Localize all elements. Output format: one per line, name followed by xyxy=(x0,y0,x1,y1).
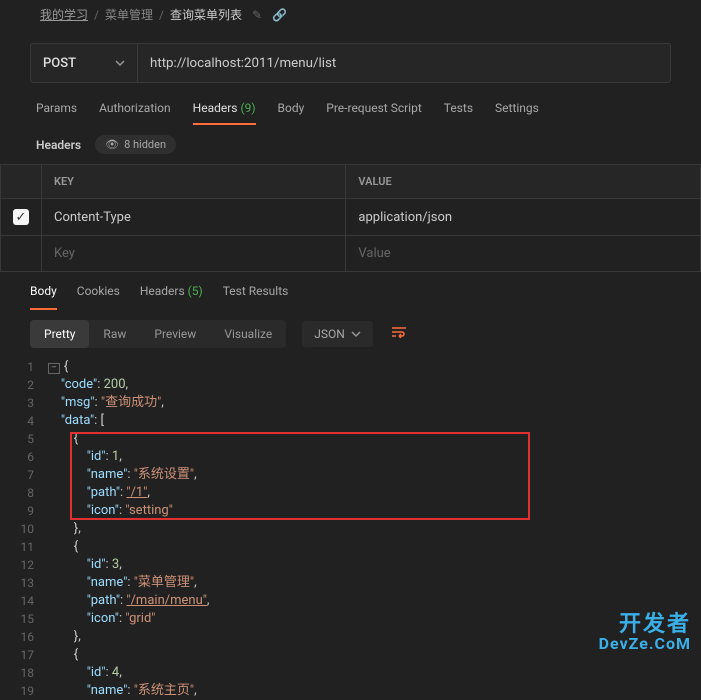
col-checkbox xyxy=(1,165,42,199)
chevron-down-icon xyxy=(115,58,125,68)
format-group: Pretty Raw Preview Visualize xyxy=(30,320,286,348)
code-line: 3 "msg": "查询成功", xyxy=(16,394,701,412)
response-tabs: Body Cookies Headers (5) Test Results xyxy=(0,272,701,310)
lang-select[interactable]: JSON xyxy=(302,321,373,347)
breadcrumb-root[interactable]: 我的学习 xyxy=(40,6,88,23)
breadcrumb-sep: / xyxy=(159,8,164,22)
edit-icon[interactable]: ✎ xyxy=(252,8,262,22)
resp-tab-headers[interactable]: Headers (5) xyxy=(140,284,203,310)
breadcrumb-sep: / xyxy=(94,8,99,22)
col-value: VALUE xyxy=(346,165,701,199)
eye-icon: 👁 xyxy=(105,138,119,151)
headers-label: Headers xyxy=(36,138,81,152)
code-line: 9 "icon": "setting" xyxy=(16,502,701,520)
tab-tests[interactable]: Tests xyxy=(444,101,473,125)
cell-key[interactable]: Content-Type xyxy=(42,199,346,236)
code-line: 11 { xyxy=(16,538,701,556)
method-label: POST xyxy=(43,56,76,71)
tab-body[interactable]: Body xyxy=(278,101,305,125)
code-line: 10 }, xyxy=(16,520,701,538)
url-input[interactable] xyxy=(138,43,671,83)
col-key: KEY xyxy=(42,165,346,199)
response-body[interactable]: 1–{2 "code": 200,3 "msg": "查询成功",4 "data… xyxy=(0,358,701,700)
table-row-empty[interactable]: Key Value xyxy=(1,236,701,272)
headers-table: KEY VALUE ✓ Content-Type application/jso… xyxy=(0,164,701,272)
code-line: 4 "data": [ xyxy=(16,412,701,430)
headers-subheader: Headers 👁 8 hidden xyxy=(0,125,701,164)
resp-tab-cookies[interactable]: Cookies xyxy=(77,284,120,310)
breadcrumb: 我的学习 / 菜单管理 / 查询菜单列表 ✎ 🔗 xyxy=(0,0,701,29)
fmt-visualize[interactable]: Visualize xyxy=(210,320,286,348)
link-icon[interactable]: 🔗 xyxy=(272,8,287,22)
code-line: 18 "id": 4, xyxy=(16,664,701,682)
wrap-icon xyxy=(391,326,407,338)
chevron-down-icon xyxy=(351,329,361,339)
resp-tab-results[interactable]: Test Results xyxy=(223,284,289,310)
watermark: 开发者 DevZe.CoM xyxy=(599,614,691,652)
cell-value-ph[interactable]: Value xyxy=(346,236,701,272)
code-line: 19 "name": "系统主页", xyxy=(16,682,701,700)
code-line: 14 "path": "/main/menu", xyxy=(16,592,701,610)
format-row: Pretty Raw Preview Visualize JSON xyxy=(0,310,701,358)
cell-key-ph[interactable]: Key xyxy=(42,236,346,272)
breadcrumb-mid[interactable]: 菜单管理 xyxy=(105,6,153,23)
code-line: 6 "id": 1, xyxy=(16,448,701,466)
table-row[interactable]: ✓ Content-Type application/json xyxy=(1,199,701,236)
tab-headers[interactable]: Headers (9) xyxy=(193,101,256,125)
code-line: 5 { xyxy=(16,430,701,448)
tab-settings[interactable]: Settings xyxy=(495,101,539,125)
code-line: 7 "name": "系统设置", xyxy=(16,466,701,484)
code-line: 1–{ xyxy=(16,358,701,376)
tab-params[interactable]: Params xyxy=(36,101,77,125)
tab-authorization[interactable]: Authorization xyxy=(99,101,171,125)
hidden-toggle[interactable]: 👁 8 hidden xyxy=(95,135,176,154)
request-row: POST xyxy=(0,29,701,87)
request-tabs: Params Authorization Headers (9) Body Pr… xyxy=(0,87,701,125)
code-line: 12 "id": 3, xyxy=(16,556,701,574)
resp-tab-body[interactable]: Body xyxy=(30,284,57,310)
fmt-pretty[interactable]: Pretty xyxy=(30,320,89,348)
breadcrumb-current: 查询菜单列表 xyxy=(170,6,242,23)
fmt-raw[interactable]: Raw xyxy=(89,320,140,348)
headers-count: (9) xyxy=(240,101,255,115)
wrap-lines-button[interactable] xyxy=(381,320,417,348)
row-checkbox[interactable]: ✓ xyxy=(13,209,29,225)
code-line: 8 "path": "/1", xyxy=(16,484,701,502)
fmt-preview[interactable]: Preview xyxy=(140,320,210,348)
code-line: 2 "code": 200, xyxy=(16,376,701,394)
method-select[interactable]: POST xyxy=(30,43,138,83)
cell-value[interactable]: application/json xyxy=(346,199,701,236)
code-line: 13 "name": "菜单管理", xyxy=(16,574,701,592)
tab-prerequest[interactable]: Pre-request Script xyxy=(326,101,421,125)
